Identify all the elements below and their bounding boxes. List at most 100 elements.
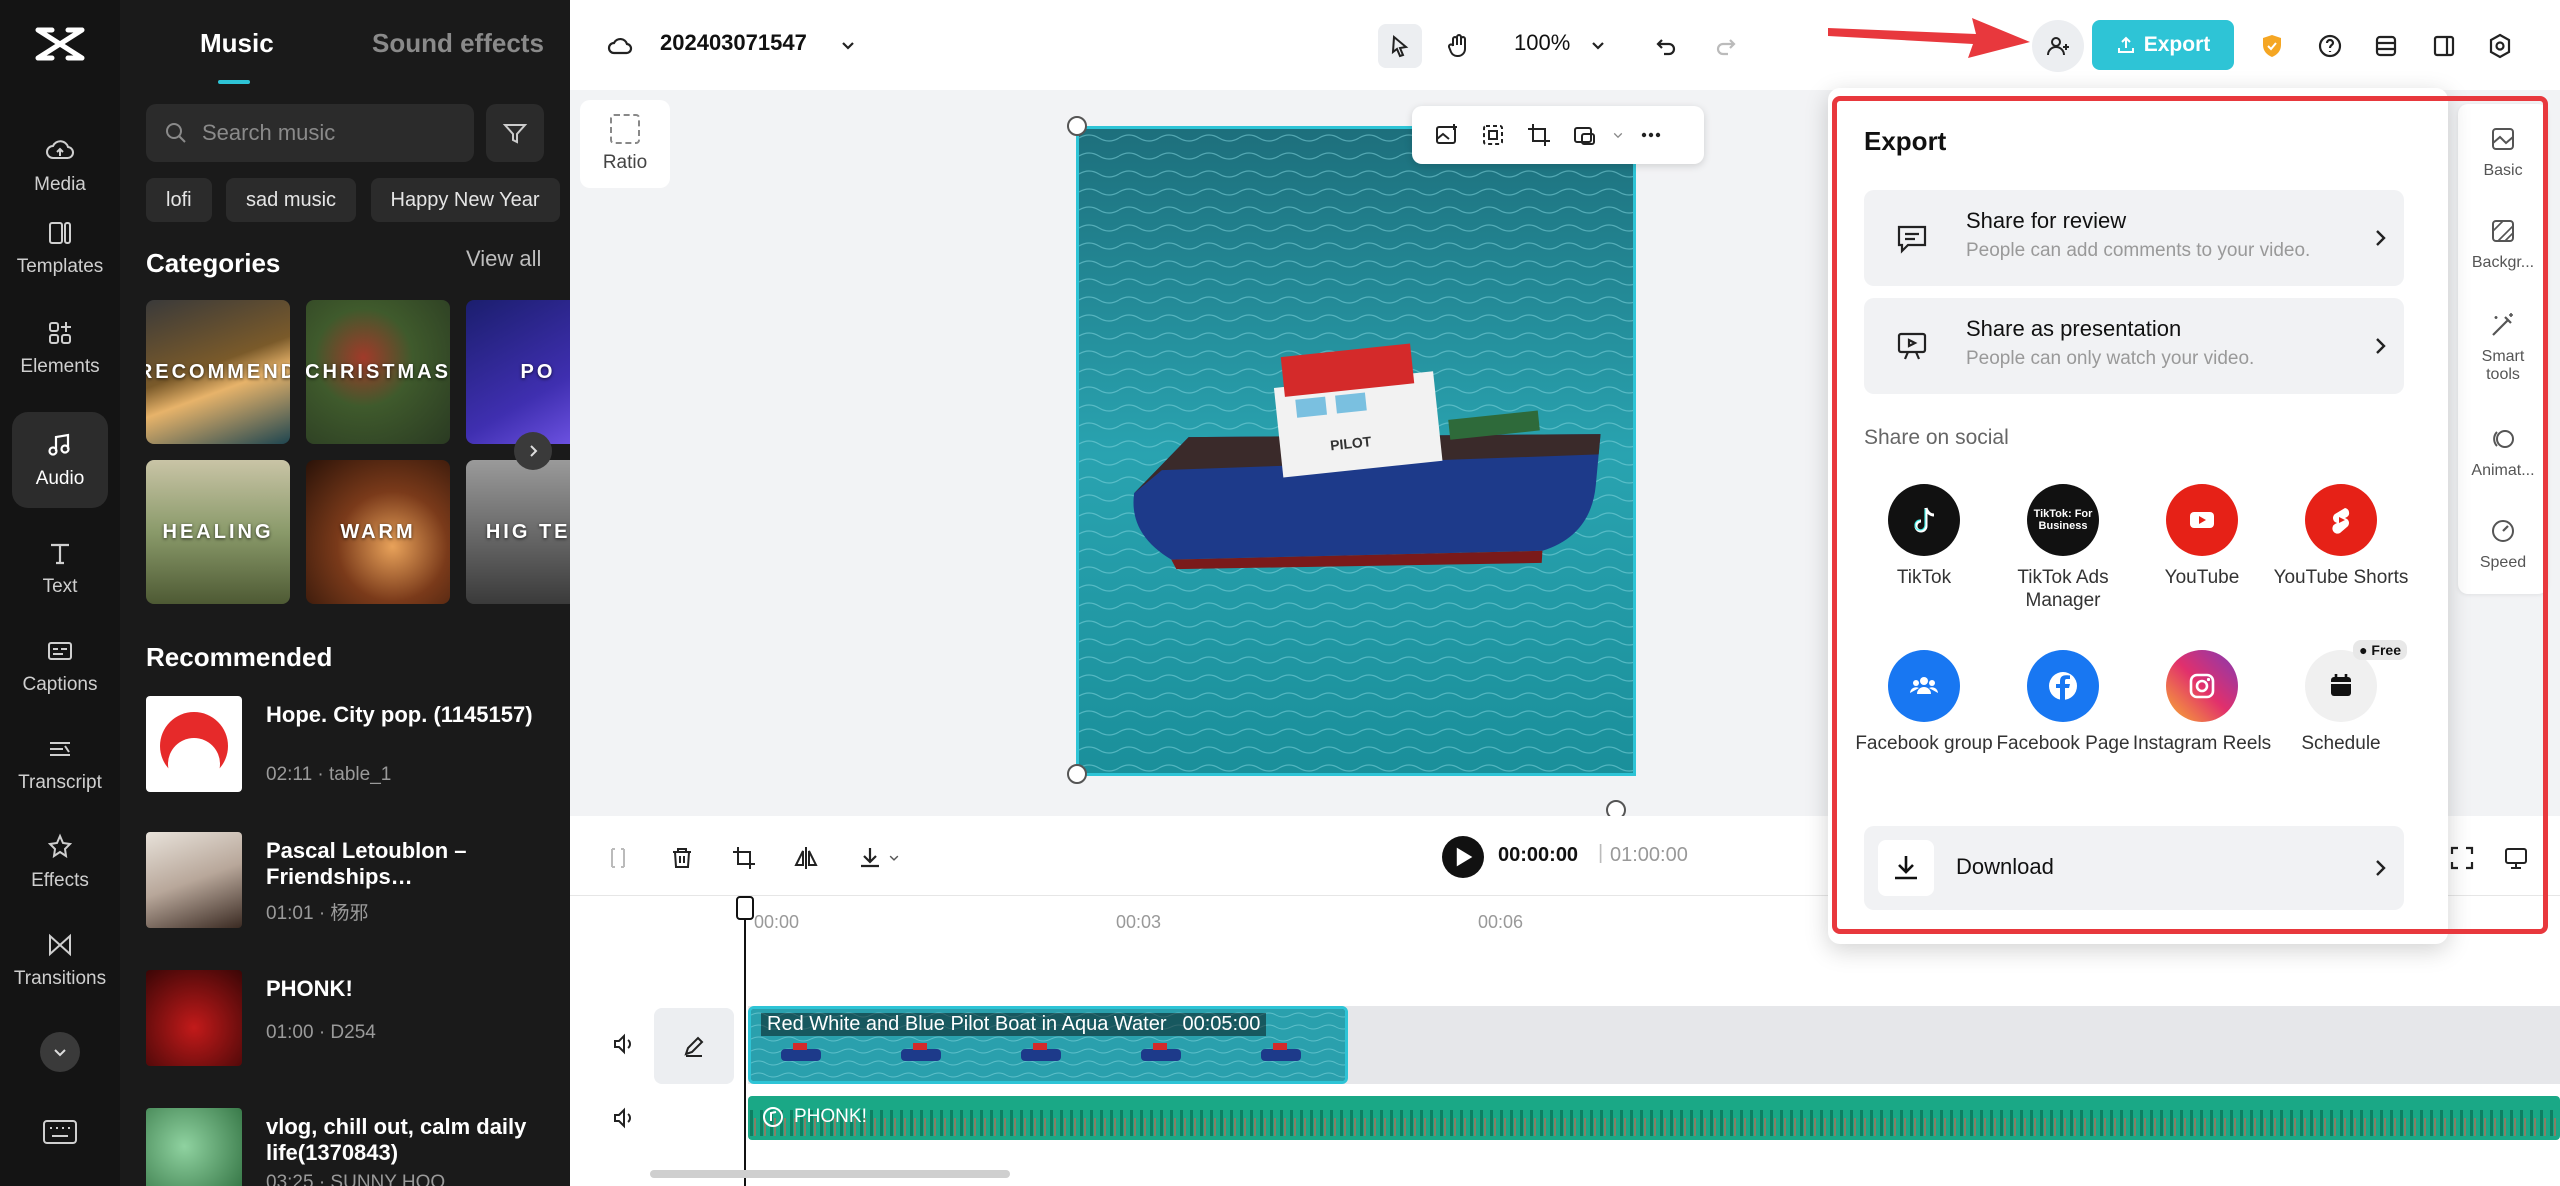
chevron-down-icon[interactable] — [1608, 115, 1628, 155]
chip[interactable]: sad music — [226, 178, 357, 222]
rail-item-text[interactable]: Text — [12, 520, 108, 616]
video-track-volume-icon[interactable] — [606, 1026, 642, 1062]
track-item[interactable]: vlog, chill out, calm daily life(1370843… — [146, 1108, 566, 1186]
play-icon — [1456, 847, 1473, 867]
replace-image-icon[interactable] — [1424, 115, 1470, 155]
current-time: 00:00:00 — [1498, 844, 1579, 866]
keyboard-shortcuts-icon[interactable] — [42, 1118, 78, 1146]
rail-item-templates[interactable]: Templates — [12, 200, 108, 296]
shield-badge-icon[interactable] — [2250, 24, 2294, 68]
resize-handle-top-left[interactable] — [1067, 116, 1087, 136]
fullscreen-icon[interactable] — [2442, 838, 2482, 878]
prop-background[interactable]: Backgr... — [2458, 216, 2548, 272]
invite-collaborator-icon[interactable] — [2032, 20, 2084, 72]
flip-icon[interactable] — [786, 838, 826, 878]
category-card[interactable]: WARM — [306, 460, 450, 604]
search-music-input[interactable]: Search music — [146, 104, 474, 162]
playhead-handle[interactable] — [736, 896, 754, 920]
prop-speed[interactable]: Speed — [2458, 516, 2548, 572]
help-icon[interactable] — [2308, 24, 2352, 68]
chip[interactable]: lofi — [146, 178, 212, 222]
download-button[interactable]: Download — [1864, 826, 2404, 910]
rail-item-effects[interactable]: Effects — [12, 814, 108, 910]
chevron-right-icon — [530, 445, 538, 457]
category-label: RECOMMEND — [146, 360, 290, 383]
cloud-save-icon[interactable] — [598, 24, 642, 68]
rail-label: Captions — [22, 674, 98, 695]
category-card[interactable]: HIG TEM — [466, 460, 570, 604]
resize-handle-bottom-left[interactable] — [1067, 764, 1087, 784]
categories-next-button[interactable] — [514, 432, 552, 470]
rail-item-elements[interactable]: Elements — [12, 300, 108, 396]
rail-item-captions[interactable]: Captions — [12, 618, 108, 714]
settings-gear-icon[interactable] — [2478, 24, 2522, 68]
transitions-icon — [49, 933, 71, 957]
prop-animation[interactable]: Animat... — [2458, 424, 2548, 480]
share-facebook-page-button[interactable]: Facebook Page — [1993, 650, 2133, 755]
playhead[interactable] — [744, 896, 746, 1186]
category-label: HEALING — [162, 520, 274, 543]
track-item[interactable]: PHONK! 01:00 · D254 — [146, 970, 566, 1066]
category-card[interactable]: PO — [466, 300, 570, 444]
play-button[interactable] — [1442, 836, 1484, 878]
rail-item-transitions[interactable]: Transitions — [12, 912, 108, 1008]
rail-item-transcript[interactable]: Transcript — [12, 716, 108, 812]
rail-label: Transitions — [13, 968, 107, 989]
chip[interactable]: Happy New Year — [370, 178, 560, 222]
zoom-level[interactable]: 100% — [1514, 30, 1570, 56]
category-card[interactable]: HEALING — [146, 460, 290, 604]
share-youtube-shorts-button[interactable]: YouTube Shorts — [2271, 484, 2411, 589]
category-card[interactable]: RECOMMEND — [146, 300, 290, 444]
export-button[interactable]: Export — [2092, 20, 2234, 70]
category-card[interactable]: CHRISTMAS — [306, 300, 450, 444]
filter-button[interactable] — [486, 104, 544, 162]
share-youtube-button[interactable]: YouTube — [2132, 484, 2272, 589]
chevron-down-icon[interactable] — [882, 838, 906, 878]
rail-item-audio[interactable]: Audio — [12, 412, 108, 508]
collapse-rail-button[interactable] — [40, 1032, 80, 1072]
edit-cover-button[interactable] — [654, 1008, 734, 1084]
track-item[interactable]: Pascal Letoublon – Friendships… 01:01 · … — [146, 832, 566, 928]
redo-icon[interactable] — [1704, 24, 1748, 68]
audio-track-volume-icon[interactable] — [606, 1100, 642, 1136]
video-preview[interactable]: PILOT — [1076, 126, 1636, 776]
track-item[interactable]: Hope. City pop. (1145157) 02:11 · table_… — [146, 696, 566, 792]
share-tiktok-button[interactable]: TikTok — [1854, 484, 1994, 589]
zoom-chevron-icon[interactable] — [1576, 24, 1620, 68]
view-all-link[interactable]: View all — [466, 246, 541, 272]
tab-sound-effects[interactable]: Sound effects — [372, 28, 544, 59]
split-icon[interactable] — [598, 838, 638, 878]
share-instagram-reels-button[interactable]: Instagram Reels — [2132, 650, 2272, 755]
hand-tool-icon[interactable] — [1436, 24, 1480, 68]
track-cover — [146, 1108, 242, 1186]
undo-icon[interactable] — [1644, 24, 1688, 68]
smart-crop-icon[interactable] — [1470, 115, 1516, 155]
more-options-icon[interactable] — [1628, 115, 1674, 155]
prop-smart-tools[interactable]: Smart tools — [2458, 310, 2548, 384]
video-clip[interactable]: Red White and Blue Pilot Boat in Aqua Wa… — [748, 1006, 1348, 1084]
crop-icon[interactable] — [724, 838, 764, 878]
preview-settings-icon[interactable] — [2496, 838, 2536, 878]
share-tiktok-ads-manager-button[interactable]: TikTok: For Business TikTok Ads Manager — [1993, 484, 2133, 612]
remove-background-icon[interactable] — [1562, 115, 1608, 155]
crop-icon[interactable] — [1516, 115, 1562, 155]
audio-clip[interactable]: PHONK! — [748, 1096, 2560, 1140]
share-for-review-button[interactable]: Share for review People can add comments… — [1864, 190, 2404, 286]
audio-label: PHONK! — [762, 1106, 867, 1128]
prop-basic[interactable]: Basic — [2458, 124, 2548, 180]
schedule-post-button[interactable]: ● Free Schedule — [2271, 640, 2411, 755]
ratio-button[interactable]: Ratio — [580, 100, 670, 188]
project-name[interactable]: 202403071547 — [660, 30, 807, 56]
select-tool-icon[interactable] — [1378, 24, 1422, 68]
share-as-presentation-button[interactable]: Share as presentation People can only wa… — [1864, 298, 2404, 394]
storage-icon[interactable] — [2364, 24, 2408, 68]
download-icon — [1878, 840, 1934, 896]
share-facebook-group-button[interactable]: Facebook group — [1854, 650, 1994, 755]
project-menu-chevron-icon[interactable] — [826, 24, 870, 68]
delete-icon[interactable] — [662, 838, 702, 878]
prop-label: Smart tools — [2481, 348, 2525, 383]
timeline-scrollbar[interactable] — [650, 1170, 1010, 1178]
tab-music[interactable]: Music — [200, 28, 274, 59]
captions-icon — [48, 642, 72, 660]
layout-panel-icon[interactable] — [2422, 24, 2466, 68]
